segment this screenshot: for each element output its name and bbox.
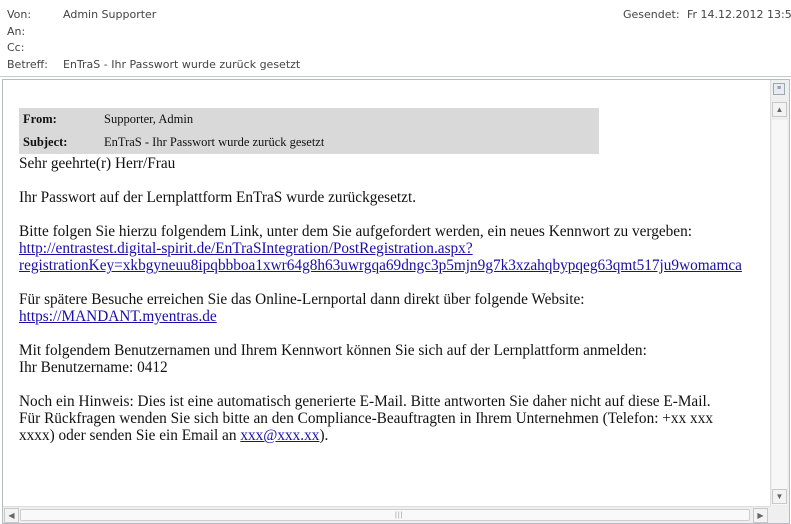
- horizontal-scroll-thumb[interactable]: |||: [20, 509, 750, 521]
- portal-link[interactable]: https://MANDANT.myentras.de: [19, 308, 217, 325]
- paragraph-follow-link: Bitte folgen Sie hierzu folgendem Link, …: [19, 223, 692, 240]
- scroll-down-arrow-icon[interactable]: ▼: [772, 489, 787, 504]
- horizontal-scrollbar[interactable]: ◀ ||| ▶: [3, 506, 770, 523]
- header-divider: [0, 76, 791, 77]
- message-body[interactable]: From: Supporter, Admin Subject: EnTraS -…: [3, 80, 770, 523]
- vertical-scroll-track[interactable]: [772, 120, 787, 505]
- message-header: Von: Admin Supporter An: Cc: Betreff: En…: [0, 0, 791, 78]
- subject-label: Betreff:: [7, 58, 48, 71]
- view-options-icon[interactable]: ≡: [773, 83, 785, 95]
- vertical-scrollbar[interactable]: ≡ ▲ ▼: [770, 80, 789, 523]
- cc-label: Cc:: [7, 41, 25, 54]
- meta-subject-label: Subject:: [23, 135, 68, 149]
- paragraph-contact-line2: xxxx) oder senden Sie ein Email an xxx@x…: [19, 427, 770, 444]
- meta-from-label: From:: [23, 112, 57, 126]
- contact-text-pre: xxxx) oder senden Sie ein Email an: [19, 427, 241, 444]
- contact-email-link[interactable]: xxx@xxx.xx: [240, 427, 319, 444]
- subject-value: EnTraS - Ihr Passwort wurde zurück geset…: [63, 58, 301, 71]
- message-body-frame: From: Supporter, Admin Subject: EnTraS -…: [2, 79, 790, 524]
- message-text: From: Supporter, Admin Subject: EnTraS -…: [19, 108, 770, 444]
- meta-from-value: Supporter, Admin: [104, 112, 194, 126]
- meta-subject-row: Subject: EnTraS - Ihr Passwort wurde zur…: [19, 131, 327, 154]
- meta-from-row: From: Supporter, Admin: [19, 108, 327, 131]
- scroll-left-arrow-icon[interactable]: ◀: [4, 508, 19, 523]
- scroll-corner: [770, 506, 789, 523]
- to-label: An:: [7, 25, 26, 38]
- paragraph-later-visits: Für spätere Besuche erreichen Sie das On…: [19, 291, 585, 308]
- registration-link-part2[interactable]: registrationKey=xkbgyneuu8ipqbbboa1xwr64…: [19, 257, 742, 274]
- sent-label: Gesendet:: [623, 8, 680, 21]
- paragraph-password-reset: Ihr Passwort auf der Lernplattform EnTra…: [19, 189, 417, 206]
- paragraph-contact-line1: Für Rückfragen wenden Sie sich bitte an …: [19, 410, 713, 427]
- paragraph-auto-generated: Noch ein Hinweis: Dies ist eine automati…: [19, 393, 711, 410]
- salutation: Sehr geehrte(r) Herr/Frau: [19, 155, 176, 172]
- paragraph-login-info: Mit folgendem Benutzernamen und Ihrem Ke…: [19, 342, 647, 359]
- registration-link-part1[interactable]: http://entrastest.digital-spirit.de/EnTr…: [19, 240, 473, 257]
- meta-subject-value: EnTraS - Ihr Passwort wurde zurück geset…: [104, 135, 325, 149]
- contact-text-post: ).: [319, 427, 329, 444]
- from-label: Von:: [7, 8, 32, 21]
- scroll-right-arrow-icon[interactable]: ▶: [753, 508, 768, 523]
- scroll-up-arrow-icon[interactable]: ▲: [772, 102, 787, 117]
- sent-value: Fr 14.12.2012 13:51: [687, 8, 791, 21]
- username-line: Ihr Benutzername: 0412: [19, 359, 168, 376]
- from-value[interactable]: Admin Supporter: [63, 8, 156, 21]
- original-message-meta: From: Supporter, Admin Subject: EnTraS -…: [19, 108, 599, 154]
